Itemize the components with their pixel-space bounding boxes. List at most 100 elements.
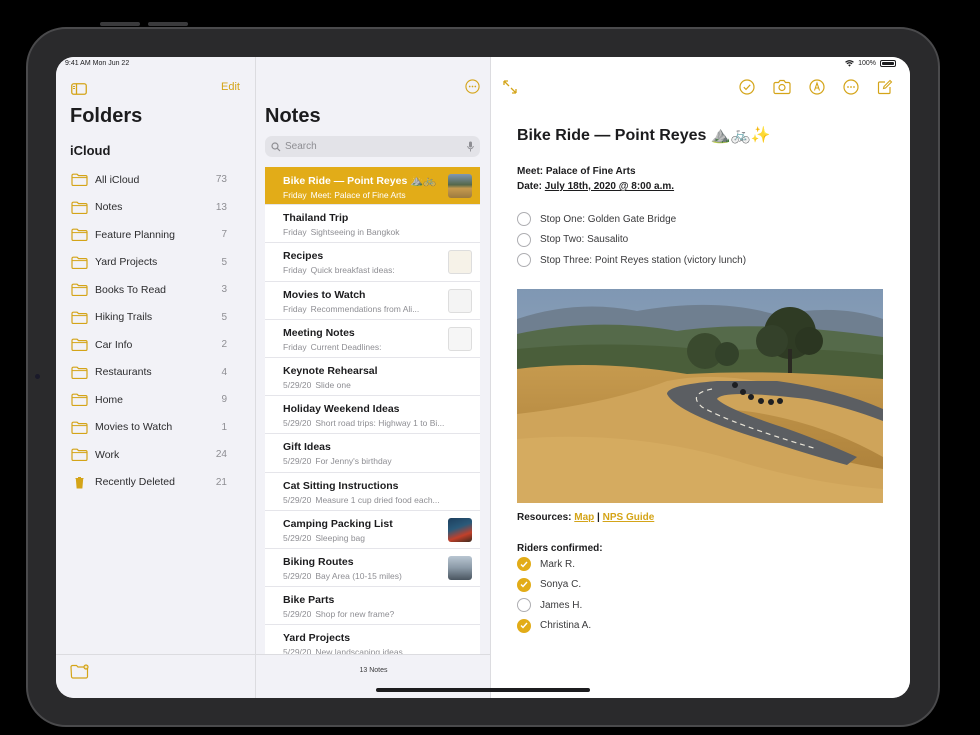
camera-icon[interactable] bbox=[773, 79, 791, 95]
note-thumbnail bbox=[448, 326, 472, 351]
note-row[interactable]: Biking Routes 5/29/20 Bay Area (10-15 mile… bbox=[265, 548, 480, 588]
folder-row[interactable]: Recently Deleted 21 bbox=[56, 469, 256, 497]
status-bar: 9:41 AM Mon Jun 22 100% bbox=[56, 57, 910, 71]
home-indicator[interactable] bbox=[376, 688, 590, 692]
unchecked-circle-icon[interactable] bbox=[517, 212, 531, 227]
folder-row[interactable]: Feature Planning 7 bbox=[56, 221, 256, 249]
note-preview: Current Deadlines: bbox=[310, 341, 382, 352]
note-meta[interactable]: Meet: Palace of Fine Arts Date: July 18t… bbox=[517, 164, 674, 194]
note-preview: Sleeping bag bbox=[315, 532, 366, 543]
note-row[interactable]: Camping Packing List 5/29/20 Sleeping bag bbox=[265, 510, 480, 549]
more-options-icon[interactable] bbox=[465, 79, 480, 94]
note-preview: Slide one bbox=[315, 379, 351, 390]
checklist-item: Sonya C. bbox=[517, 575, 591, 596]
folder-row[interactable]: Yard Projects 5 bbox=[56, 249, 256, 277]
note-title: Recipes bbox=[283, 250, 324, 263]
checklist-text: Stop One: Golden Gate Bridge bbox=[540, 213, 677, 225]
expand-icon[interactable] bbox=[502, 79, 518, 95]
note-title: Yard Projects bbox=[283, 632, 351, 645]
note-row[interactable]: Bike Parts 5/29/20 Shop for new frame? bbox=[265, 587, 480, 626]
checklist-item: Stop One: Golden Gate Bridge bbox=[517, 209, 746, 230]
folder-count: 21 bbox=[215, 476, 227, 488]
note-row[interactable]: Bike Ride — Point Reyes ⛰️🚲 Friday Meet: P… bbox=[265, 167, 480, 206]
folders-sidebar: Edit Folders iCloud All iCloud 73 Notes 13 F… bbox=[56, 57, 256, 698]
note-subtitle: 5/29/20 New landscaping ideas bbox=[283, 647, 444, 654]
folder-row[interactable]: Work 24 bbox=[56, 441, 256, 469]
new-folder-icon[interactable] bbox=[70, 664, 90, 680]
folder-count: 13 bbox=[215, 201, 227, 213]
search-field[interactable]: Search bbox=[265, 136, 480, 157]
bike-ride-photo[interactable] bbox=[517, 289, 883, 503]
notes-title: Notes bbox=[265, 105, 321, 127]
folder-icon bbox=[71, 311, 88, 324]
unchecked-circle-icon[interactable] bbox=[517, 232, 531, 247]
note-preview: For Jenny's birthday bbox=[315, 456, 392, 467]
folder-row[interactable]: Hiking Trails 5 bbox=[56, 304, 256, 332]
note-title: Gift Ideas bbox=[283, 441, 331, 454]
note-title: Keynote Rehearsal bbox=[283, 364, 378, 377]
note-date: Friday bbox=[283, 265, 307, 276]
resources-separator: | bbox=[594, 512, 603, 523]
share-options-icon[interactable] bbox=[843, 79, 859, 95]
note-row[interactable]: Meeting Notes Friday Current Deadlines: bbox=[265, 319, 480, 358]
note-thumbnail bbox=[448, 517, 472, 542]
checklist-text: Mark R. bbox=[540, 558, 575, 570]
folder-row[interactable]: Notes 13 bbox=[56, 194, 256, 222]
map-link[interactable]: Map bbox=[574, 512, 594, 523]
folder-row[interactable]: Books To Read 3 bbox=[56, 276, 256, 304]
folder-row[interactable]: Home 9 bbox=[56, 386, 256, 414]
folder-icon bbox=[71, 448, 88, 462]
note-date: Friday bbox=[283, 303, 307, 314]
checked-circle-icon[interactable] bbox=[517, 557, 531, 572]
note-count: 13 Notes bbox=[359, 667, 388, 674]
checklist-icon[interactable] bbox=[739, 79, 755, 95]
folder-name: Restaurants bbox=[95, 366, 152, 379]
note-row[interactable]: Thailand Trip Friday Sightseeing in Bangko… bbox=[265, 205, 480, 244]
folder-row[interactable]: Movies to Watch 1 bbox=[56, 414, 256, 442]
markup-pen-icon[interactable] bbox=[809, 79, 825, 95]
note-thumbnail bbox=[448, 250, 472, 275]
folder-icon bbox=[71, 421, 88, 434]
folder-icon bbox=[71, 338, 88, 352]
note-date: 5/29/20 bbox=[283, 418, 312, 429]
note-row[interactable]: Movies to Watch Friday Recommendations fro… bbox=[265, 281, 480, 320]
date-link[interactable]: July 18th, 2020 @ 8:00 a.m. bbox=[545, 181, 674, 192]
folder-row[interactable]: Car Info 2 bbox=[56, 331, 256, 359]
battery-icon bbox=[880, 60, 896, 67]
note-row[interactable]: Recipes Friday Quick breakfast ideas: bbox=[265, 243, 480, 282]
folder-name: All iCloud bbox=[95, 173, 140, 186]
folder-row[interactable]: All iCloud 73 bbox=[56, 166, 256, 194]
date-line: Date: July 18th, 2020 @ 8:00 a.m. bbox=[517, 179, 674, 194]
note-row[interactable]: Keynote Rehearsal 5/29/20 Slide one bbox=[265, 357, 480, 397]
note-thumbnail bbox=[448, 174, 472, 198]
folder-name: Yard Projects bbox=[95, 256, 158, 269]
note-title[interactable]: Bike Ride — Point Reyes ⛰️🚲✨ bbox=[517, 125, 771, 145]
folder-icon bbox=[71, 173, 88, 187]
note-title: Holiday Weekend Ideas bbox=[283, 403, 400, 416]
nps-guide-link[interactable]: NPS Guide bbox=[603, 512, 655, 523]
note-title: Biking Routes bbox=[283, 555, 354, 568]
folder-row[interactable]: Restaurants 4 bbox=[56, 359, 256, 387]
edit-button[interactable]: Edit bbox=[221, 81, 240, 93]
note-row[interactable]: Holiday Weekend Ideas 5/29/20 Short road t… bbox=[265, 396, 480, 435]
sidebar-toggle-icon[interactable] bbox=[71, 83, 87, 95]
note-preview: Meet: Palace of Fine Arts bbox=[310, 190, 406, 200]
unchecked-circle-icon[interactable] bbox=[517, 598, 531, 613]
checklist-item: James H. bbox=[517, 595, 591, 616]
note-row[interactable]: Cat Sitting Instructions 5/29/20 Measure 1… bbox=[265, 472, 480, 511]
checked-circle-icon[interactable] bbox=[517, 618, 531, 633]
note-subtitle: 5/29/20 For Jenny's birthday bbox=[283, 456, 444, 466]
search-icon bbox=[271, 141, 281, 151]
microphone-icon[interactable] bbox=[467, 141, 474, 152]
note-row[interactable]: Gift Ideas 5/29/20 For Jenny's birthday bbox=[265, 434, 480, 473]
unchecked-circle-icon[interactable] bbox=[517, 253, 531, 268]
note-row[interactable]: Yard Projects 5/29/20 New landscaping idea… bbox=[265, 625, 480, 654]
volume-button bbox=[100, 22, 140, 26]
note-title: Movies to Watch bbox=[283, 288, 366, 301]
compose-icon[interactable] bbox=[877, 79, 893, 95]
note-title: Meeting Notes bbox=[283, 326, 355, 339]
note-date: Friday bbox=[283, 190, 307, 200]
status-time: 9:41 AM Mon Jun 22 bbox=[65, 60, 130, 67]
checked-circle-icon[interactable] bbox=[517, 577, 531, 592]
folder-name: Notes bbox=[95, 201, 123, 214]
